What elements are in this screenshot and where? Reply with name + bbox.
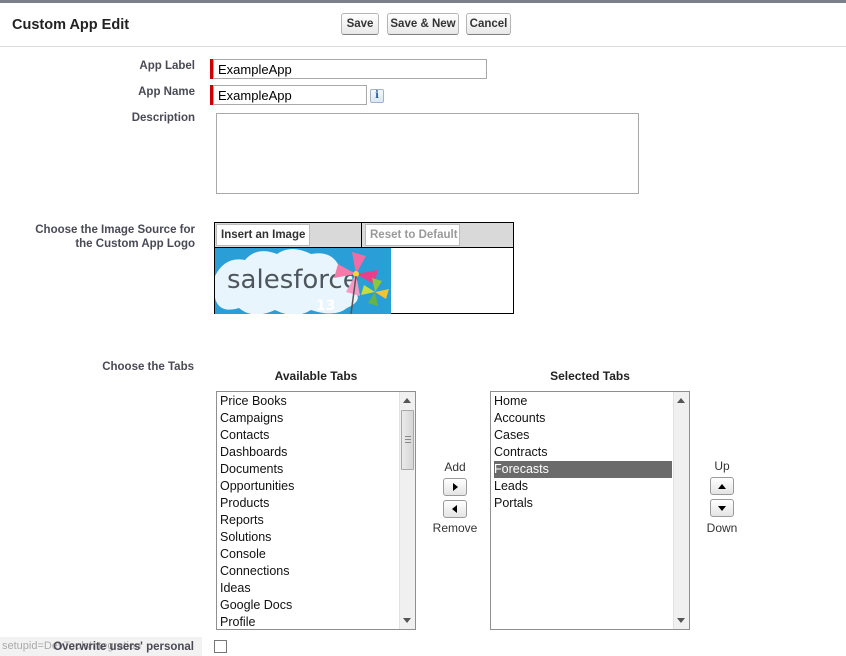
list-item[interactable]: Home (494, 393, 672, 410)
list-item[interactable]: Solutions (220, 529, 395, 546)
logo-tab-bar: Insert an Image Reset to Default (215, 223, 513, 248)
list-item[interactable]: Campaigns (220, 410, 395, 427)
list-item[interactable]: Google Docs (220, 597, 395, 614)
salesforce-logo-image: salesforce 13 (215, 248, 391, 314)
app-label-label: App Label (139, 60, 195, 72)
save-button[interactable]: Save (341, 13, 379, 35)
image-source-label: Choose the Image Source for the Custom A… (20, 223, 195, 251)
scroll-up-icon[interactable] (677, 398, 685, 403)
selected-tabs-listbox[interactable]: Home Accounts Cases Contracts Forecasts Leads… (490, 391, 690, 630)
list-item[interactable]: Dashboards (220, 444, 395, 461)
description-label: Description (131, 112, 195, 124)
down-label: Down (706, 521, 738, 535)
list-item[interactable]: Price Books (220, 393, 395, 410)
move-up-button[interactable] (710, 477, 734, 495)
insert-image-tab[interactable]: Insert an Image (216, 224, 310, 246)
move-down-button[interactable] (710, 499, 734, 517)
overwrite-checkbox[interactable] (214, 640, 227, 653)
cancel-button[interactable]: Cancel (466, 13, 511, 35)
selected-tabs-scrollbar[interactable] (673, 392, 689, 629)
remove-button[interactable] (443, 500, 467, 518)
image-source-label-line1: Choose the Image Source for (35, 224, 195, 236)
scroll-up-icon[interactable] (403, 398, 411, 403)
tab-divider (361, 223, 362, 247)
image-source-label-line2: the Custom App Logo (75, 238, 195, 250)
list-item[interactable]: Contacts (220, 427, 395, 444)
scroll-thumb[interactable] (401, 410, 414, 470)
page-header: Custom App Edit Save Save & New Cancel (0, 3, 846, 47)
remove-label: Remove (432, 521, 478, 535)
list-item[interactable]: Cases (494, 427, 672, 444)
list-item[interactable]: Portals (494, 495, 672, 512)
salesforce-logo-svg: salesforce 13 (215, 248, 391, 314)
list-item[interactable]: Leads (494, 478, 672, 495)
logo-badge: 13 (316, 298, 335, 314)
list-item[interactable]: Opportunities (220, 478, 395, 495)
overwrite-label: Overwrite users' personal (53, 641, 194, 653)
list-item[interactable]: Accounts (494, 410, 672, 427)
list-item[interactable]: Ideas (220, 580, 395, 597)
add-button[interactable] (443, 478, 467, 496)
list-item[interactable]: Products (220, 495, 395, 512)
app-name-input[interactable] (213, 85, 367, 105)
list-item[interactable]: Connections (220, 563, 395, 580)
add-label: Add (444, 460, 466, 474)
up-label: Up (714, 459, 730, 473)
arrow-left-icon (452, 505, 457, 513)
logo-picker: Insert an Image Reset to Default salesfo… (214, 222, 514, 314)
page-title: Custom App Edit (12, 17, 130, 33)
available-tabs-listbox[interactable]: Price Books Campaigns Contacts Dashboards Do… (216, 391, 416, 630)
list-item[interactable]: Profile (220, 614, 395, 629)
scroll-down-icon[interactable] (403, 618, 411, 623)
list-item[interactable]: Console (220, 546, 395, 563)
list-item[interactable]: Forecasts (494, 461, 672, 478)
list-item[interactable]: Documents (220, 461, 395, 478)
arrow-up-icon (718, 484, 726, 489)
list-item[interactable]: Contracts (494, 444, 672, 461)
arrow-right-icon (453, 483, 458, 491)
save-and-new-button[interactable]: Save & New (387, 13, 459, 35)
description-textarea[interactable] (216, 113, 639, 194)
selected-tabs-header: Selected Tabs (550, 369, 630, 383)
reset-to-default-tab[interactable]: Reset to Default (365, 224, 460, 246)
info-icon[interactable]: i (370, 89, 384, 103)
app-name-label: App Name (138, 86, 195, 98)
scroll-down-icon[interactable] (677, 618, 685, 623)
arrow-down-icon (718, 506, 726, 511)
list-item[interactable]: Reports (220, 512, 395, 529)
available-tabs-header: Available Tabs (274, 369, 358, 383)
choose-tabs-label: Choose the Tabs (102, 361, 194, 373)
app-label-input[interactable] (213, 59, 487, 79)
available-tabs-scrollbar[interactable] (399, 392, 415, 629)
